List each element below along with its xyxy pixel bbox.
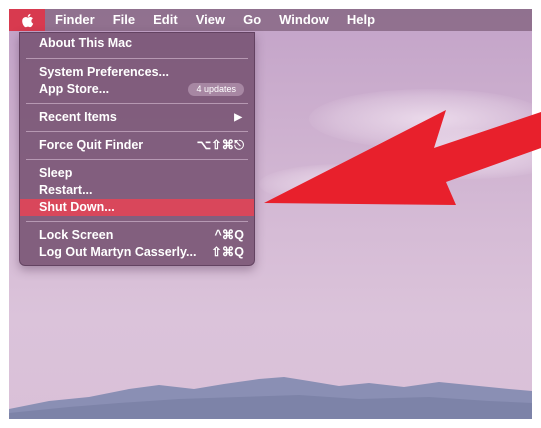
menu-bar: Finder File Edit View Go Window Help [9, 9, 532, 31]
menu-separator [26, 131, 248, 132]
apple-menu-button[interactable] [9, 9, 45, 31]
menu-item-about[interactable]: About This Mac [20, 35, 254, 52]
mountains [9, 377, 532, 419]
menu-item-label: About This Mac [39, 36, 133, 50]
menu-separator [26, 221, 248, 222]
updates-badge: 4 updates [188, 83, 244, 96]
menu-separator [26, 58, 248, 59]
menu-view[interactable]: View [187, 9, 234, 31]
submenu-arrow-icon: ▶ [234, 112, 242, 123]
menu-item-label: Sleep [39, 166, 73, 180]
menu-separator [26, 103, 248, 104]
menu-item-sleep[interactable]: Sleep [20, 165, 254, 182]
menu-item-lock-screen[interactable]: Lock Screen ^⌘Q [20, 227, 254, 244]
menu-item-label: Log Out Martyn Casserly... [39, 245, 197, 259]
menu-window[interactable]: Window [270, 9, 338, 31]
menu-item-label: Force Quit Finder [39, 138, 144, 152]
menu-file[interactable]: File [104, 9, 144, 31]
menu-item-label: Shut Down... [39, 200, 115, 214]
desktop: Finder File Edit View Go Window Help Abo… [9, 9, 532, 419]
menu-item-label: App Store... [39, 82, 110, 96]
menu-item-label: System Preferences... [39, 65, 169, 79]
menu-item-label: Lock Screen [39, 228, 114, 242]
menu-item-system-preferences[interactable]: System Preferences... [20, 64, 254, 81]
menu-item-label: Restart... [39, 183, 93, 197]
keyboard-shortcut: ^⌘Q [214, 228, 244, 242]
menu-item-recent-items[interactable]: Recent Items ▶ [20, 109, 254, 126]
menu-item-force-quit[interactable]: Force Quit Finder ⌥⇧⌘⎋ [20, 137, 254, 154]
menu-item-log-out[interactable]: Log Out Martyn Casserly... ⇧⌘Q [20, 244, 254, 261]
menu-item-app-store[interactable]: App Store... 4 updates [20, 81, 254, 98]
menu-go[interactable]: Go [234, 9, 270, 31]
menu-edit[interactable]: Edit [144, 9, 187, 31]
menu-help[interactable]: Help [338, 9, 384, 31]
menu-item-label: Recent Items [39, 110, 117, 124]
menu-item-restart[interactable]: Restart... [20, 182, 254, 199]
menu-finder[interactable]: Finder [45, 9, 104, 31]
cloud [259, 164, 429, 204]
menu-item-shut-down[interactable]: Shut Down... [20, 199, 254, 216]
menu-separator [26, 159, 248, 160]
apple-menu-dropdown: About This Mac System Preferences... App… [19, 32, 255, 266]
keyboard-shortcut: ⌥⇧⌘⎋ [196, 138, 244, 152]
apple-icon [21, 13, 33, 27]
keyboard-shortcut: ⇧⌘Q [211, 245, 244, 259]
